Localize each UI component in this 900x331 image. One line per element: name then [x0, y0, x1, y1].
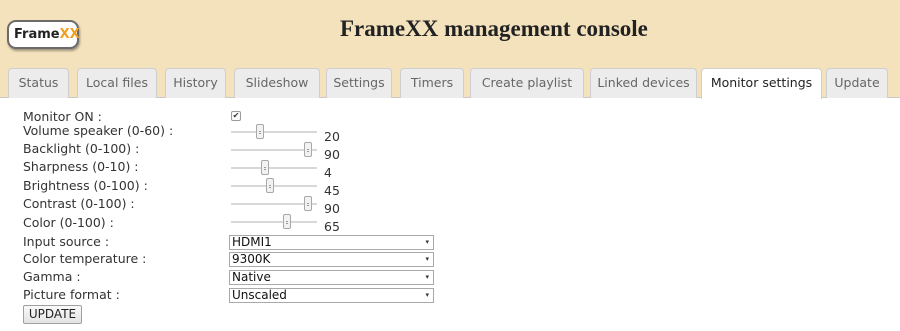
contrast-slider[interactable]: [231, 196, 317, 211]
gamma-label: Gamma :: [23, 269, 81, 284]
brightness-value: 45: [324, 183, 340, 198]
contrast-label: Contrast (0-100) :: [23, 196, 135, 211]
input-source-value: HDMI1: [232, 235, 272, 249]
tab-linked-devices[interactable]: Linked devices: [590, 68, 697, 98]
tab-history[interactable]: History: [165, 68, 226, 98]
tab-timers[interactable]: Timers: [400, 68, 464, 98]
framexx-logo: FrameXX: [7, 20, 80, 49]
volume-speaker-slider-handle[interactable]: [255, 124, 264, 139]
input-source-select[interactable]: HDMI1 ▾: [229, 235, 434, 250]
volume-speaker-slider[interactable]: [231, 124, 317, 139]
tab-update[interactable]: Update: [826, 68, 888, 98]
input-source-label: Input source :: [23, 234, 110, 249]
color-slider[interactable]: [231, 214, 317, 229]
tab-create-playlist[interactable]: Create playlist: [470, 68, 584, 98]
contrast-value: 90: [324, 201, 340, 216]
tab-status[interactable]: Status: [8, 68, 69, 98]
tab-local-files[interactable]: Local files: [77, 68, 157, 98]
sharpness-label: Sharpness (0-10) :: [23, 159, 139, 174]
chevron-down-icon: ▾: [425, 291, 429, 299]
chevron-down-icon: ▾: [425, 255, 429, 263]
chevron-down-icon: ▾: [425, 273, 429, 281]
backlight-slider[interactable]: [231, 142, 317, 157]
backlight-label: Backlight (0-100) :: [23, 141, 140, 156]
volume-speaker-label: Volume speaker (0-60) :: [23, 123, 174, 138]
update-button[interactable]: UPDATE: [23, 305, 82, 324]
sharpness-slider-handle[interactable]: [261, 160, 270, 175]
color-slider-handle[interactable]: [282, 214, 291, 229]
monitor-on-checkbox[interactable]: ✔: [231, 111, 241, 121]
brightness-label: Brightness (0-100) :: [23, 178, 148, 193]
monitor-settings-form: Monitor ON : ✔ Volume speaker (0-60) : 2…: [0, 98, 900, 331]
color-temperature-select[interactable]: 9300K ▾: [229, 252, 434, 267]
brightness-slider-handle[interactable]: [265, 178, 274, 193]
color-label: Color (0-100) :: [23, 215, 114, 230]
logo-frame-text: Frame: [14, 27, 60, 42]
brightness-slider[interactable]: [231, 178, 317, 193]
gamma-select[interactable]: Native ▾: [229, 270, 434, 285]
tab-monitor-settings[interactable]: Monitor settings: [701, 68, 822, 99]
sharpness-slider[interactable]: [231, 160, 317, 175]
header-bar: FrameXX FrameXX management console: [0, 0, 900, 64]
picture-format-select[interactable]: Unscaled ▾: [229, 288, 434, 303]
page-title: FrameXX management console: [340, 16, 648, 41]
color-value: 65: [324, 219, 340, 234]
backlight-value: 90: [324, 147, 340, 162]
backlight-slider-handle[interactable]: [304, 142, 313, 157]
volume-speaker-value: 20: [324, 129, 340, 144]
chevron-down-icon: ▾: [425, 238, 429, 246]
tab-settings[interactable]: Settings: [326, 68, 392, 98]
sharpness-value: 4: [324, 165, 332, 180]
contrast-slider-handle[interactable]: [304, 196, 313, 211]
gamma-value: Native: [232, 270, 271, 284]
color-temperature-label: Color temperature :: [23, 251, 147, 266]
tab-bar: Status Local files History Slideshow Set…: [0, 64, 900, 99]
logo-xx-text: XX: [59, 27, 80, 42]
picture-format-label: Picture format :: [23, 287, 120, 302]
tab-slideshow[interactable]: Slideshow: [234, 68, 320, 98]
picture-format-value: Unscaled: [232, 288, 287, 302]
color-temperature-value: 9300K: [232, 252, 271, 266]
monitor-on-label: Monitor ON :: [23, 109, 102, 124]
